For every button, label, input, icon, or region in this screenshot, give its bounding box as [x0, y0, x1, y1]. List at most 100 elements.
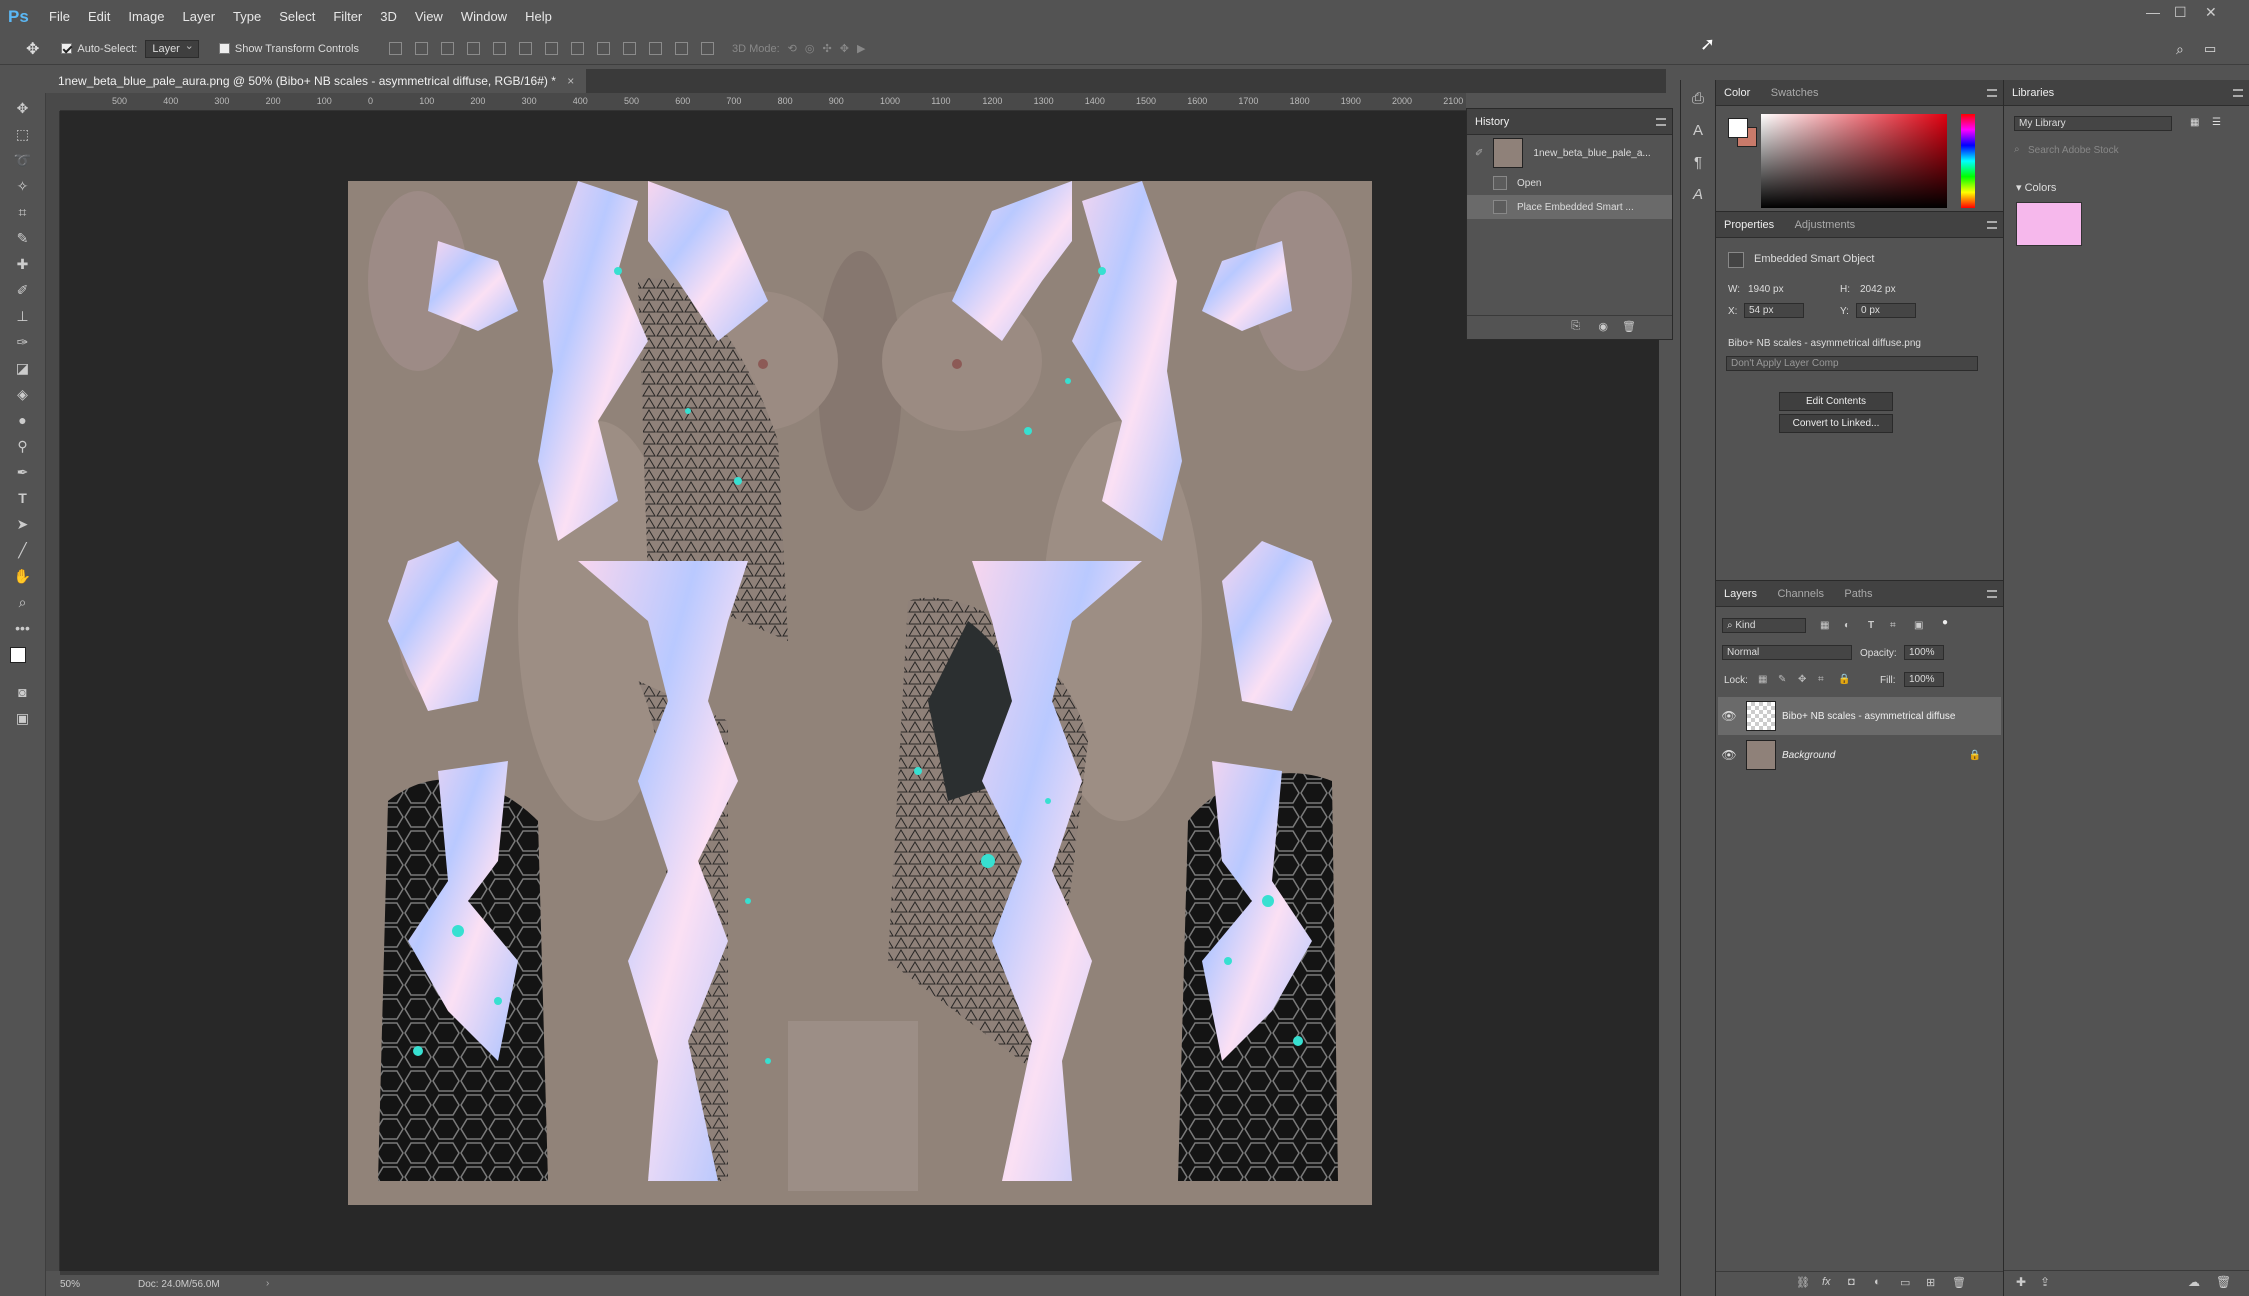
- align-top-icon[interactable]: [388, 42, 402, 55]
- history-brush-icon[interactable]: ✑: [10, 331, 36, 353]
- distribute-hcenter-icon[interactable]: [648, 42, 662, 55]
- 3d-orbit-icon[interactable]: ⟲: [788, 42, 797, 55]
- lock-all-icon[interactable]: 🔒: [1838, 674, 1850, 685]
- 3d-drag-icon[interactable]: ✣: [823, 42, 832, 55]
- width-value[interactable]: 1940 px: [1748, 284, 1784, 295]
- tab-channels[interactable]: Channels: [1769, 581, 1831, 607]
- menu-type[interactable]: Type: [224, 9, 270, 24]
- tab-layers[interactable]: Layers: [1716, 581, 1765, 607]
- menu-3d[interactable]: 3D: [371, 9, 406, 24]
- auto-align-icon[interactable]: [700, 42, 714, 55]
- fill-field[interactable]: 100%: [1904, 672, 1944, 687]
- layers-menu-icon[interactable]: [1987, 590, 1997, 598]
- upload-icon[interactable]: ⇪: [2040, 1275, 2050, 1289]
- y-field[interactable]: 0 px: [1856, 303, 1916, 318]
- layer-comp-dropdown[interactable]: Don't Apply Layer Comp: [1726, 356, 1978, 371]
- menu-window[interactable]: Window: [452, 9, 516, 24]
- blend-mode-dropdown[interactable]: Normal: [1722, 645, 1852, 660]
- filter-toggle-icon[interactable]: ●: [1942, 617, 1948, 628]
- path-select-icon[interactable]: ➤: [10, 513, 36, 535]
- list-view-icon[interactable]: ☰: [2212, 117, 2221, 128]
- screen-mode-icon[interactable]: ▣: [10, 707, 36, 729]
- new-document-from-state-icon[interactable]: ⎘: [1571, 320, 1580, 333]
- dodge-tool-icon[interactable]: ⚲: [10, 435, 36, 457]
- height-value[interactable]: 2042 px: [1860, 284, 1896, 295]
- link-layers-icon[interactable]: ⛓: [1796, 1276, 1810, 1289]
- menu-file[interactable]: File: [40, 9, 79, 24]
- search-icon[interactable]: ⌕: [2176, 41, 2184, 58]
- menu-layer[interactable]: Layer: [174, 9, 225, 24]
- line-tool-icon[interactable]: ╱: [10, 539, 36, 561]
- layer-row-selected[interactable]: 👁 Bibo+ NB scales - asymmetrical diffuse: [1718, 697, 2001, 735]
- character-dock-icon[interactable]: A: [1687, 122, 1709, 144]
- brush-tool-icon[interactable]: ✐: [10, 279, 36, 301]
- libraries-menu-icon[interactable]: [2233, 89, 2243, 97]
- eraser-icon[interactable]: ◪: [10, 357, 36, 379]
- filter-shape-icon[interactable]: ⌗: [1890, 620, 1896, 631]
- 3d-roll-icon[interactable]: ◎: [805, 42, 815, 55]
- layer-mask-icon[interactable]: ◘: [1848, 1276, 1855, 1288]
- menu-help[interactable]: Help: [516, 9, 561, 24]
- workspace-icon[interactable]: ▭: [2204, 41, 2216, 57]
- history-item-selected[interactable]: Place Embedded Smart ...: [1467, 195, 1672, 219]
- tab-properties[interactable]: Properties: [1716, 212, 1782, 238]
- hand-tool-icon[interactable]: ✋: [10, 565, 36, 587]
- filter-pixel-icon[interactable]: ▦: [1820, 620, 1829, 631]
- library-dropdown[interactable]: My Library: [2014, 116, 2172, 131]
- close-tab-icon[interactable]: ×: [567, 74, 574, 88]
- filter-adjustment-icon[interactable]: ◐: [1844, 620, 1850, 631]
- paragraph-dock-icon[interactable]: ¶: [1687, 154, 1709, 176]
- distribute-right-icon[interactable]: [674, 42, 688, 55]
- type-tool-icon[interactable]: T: [10, 487, 36, 509]
- cloud-sync-icon[interactable]: ☁: [2188, 1275, 2200, 1289]
- convert-to-linked-button[interactable]: Convert to Linked...: [1779, 414, 1893, 433]
- align-left-icon[interactable]: [466, 42, 480, 55]
- eyedropper-icon[interactable]: ✎: [10, 227, 36, 249]
- lock-paint-icon[interactable]: ✎: [1778, 674, 1786, 685]
- hue-slider[interactable]: [1961, 114, 1975, 208]
- tab-adjustments[interactable]: Adjustments: [1787, 212, 1864, 238]
- properties-menu-icon[interactable]: [1987, 221, 1997, 229]
- history-snapshot[interactable]: ✐ 1new_beta_blue_pale_a...: [1467, 135, 1672, 171]
- visibility-eye-icon[interactable]: 👁: [1718, 748, 1740, 762]
- blur-tool-icon[interactable]: ●: [10, 409, 36, 431]
- history-item[interactable]: Open: [1467, 171, 1672, 195]
- align-bottom-icon[interactable]: [440, 42, 454, 55]
- grid-view-icon[interactable]: ▦: [2190, 117, 2199, 128]
- history-menu-icon[interactable]: [1656, 118, 1666, 126]
- lock-artboard-icon[interactable]: ⌗: [1818, 674, 1824, 685]
- menu-select[interactable]: Select: [270, 9, 324, 24]
- trash-icon[interactable]: 🗑: [2216, 1275, 2231, 1289]
- distribute-left-icon[interactable]: [622, 42, 636, 55]
- tab-paths[interactable]: Paths: [1836, 581, 1880, 607]
- camera-icon[interactable]: ◉: [1598, 320, 1608, 333]
- show-transform-checkbox[interactable]: Show Transform Controls: [218, 43, 359, 55]
- tab-libraries[interactable]: Libraries: [2004, 80, 2062, 106]
- healing-brush-icon[interactable]: ✚: [10, 253, 36, 275]
- close-icon[interactable]: ✕: [2205, 4, 2217, 21]
- add-content-icon[interactable]: ✚: [2016, 1275, 2026, 1289]
- zoom-level[interactable]: 50%: [60, 1279, 80, 1290]
- move-tool-icon[interactable]: ✥: [10, 97, 36, 119]
- layer-style-icon[interactable]: fx: [1822, 1276, 1831, 1288]
- lock-position-icon[interactable]: ✥: [1798, 674, 1806, 685]
- menu-edit[interactable]: Edit: [79, 9, 119, 24]
- new-layer-icon[interactable]: ⊞: [1926, 1276, 1935, 1289]
- opacity-field[interactable]: 100%: [1904, 645, 1944, 660]
- filter-type-icon[interactable]: T: [1868, 620, 1874, 631]
- glyphs-dock-icon[interactable]: A: [1687, 186, 1709, 208]
- menu-image[interactable]: Image: [119, 9, 173, 24]
- delete-layer-icon[interactable]: 🗑: [1952, 1276, 1966, 1289]
- edit-contents-button[interactable]: Edit Contents: [1779, 392, 1893, 411]
- menu-view[interactable]: View: [406, 9, 452, 24]
- lock-transparent-icon[interactable]: ▦: [1758, 674, 1767, 685]
- history-brush-icon[interactable]: ✐: [1475, 148, 1483, 159]
- auto-select-checkbox[interactable]: Auto-Select:: [61, 43, 137, 55]
- maximize-icon[interactable]: ☐: [2174, 4, 2187, 21]
- trash-icon[interactable]: 🗑: [1622, 320, 1636, 333]
- lasso-tool-icon[interactable]: ➰: [10, 149, 36, 171]
- distribute-bottom-icon[interactable]: [596, 42, 610, 55]
- 3d-slide-icon[interactable]: ✥: [840, 42, 849, 55]
- clone-stamp-icon[interactable]: ⊥: [10, 305, 36, 327]
- library-color-swatch[interactable]: [2016, 202, 2082, 246]
